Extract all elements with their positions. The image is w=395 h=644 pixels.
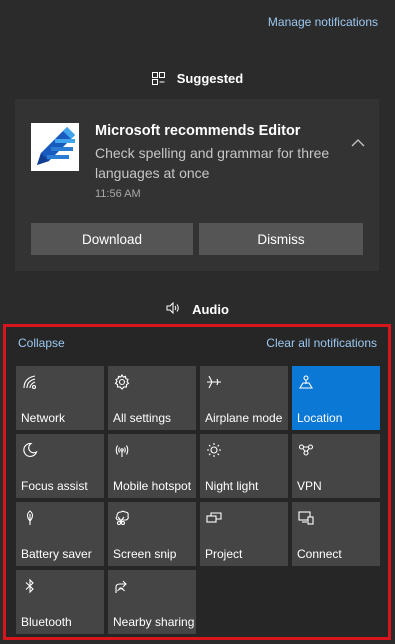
tile-label: Connect — [297, 547, 342, 561]
tile-label: Location — [297, 411, 343, 425]
audio-label: Audio — [192, 302, 229, 317]
suggested-icon — [151, 72, 165, 85]
tile-label: All settings — [113, 411, 172, 425]
tile-network[interactable]: Network — [16, 366, 104, 430]
tile-label: Project — [205, 547, 243, 561]
manage-notifications-link[interactable]: Manage notifications — [268, 15, 378, 29]
tile-night-light[interactable]: Night light — [200, 434, 288, 498]
tile-mobile-hotspot[interactable]: Mobile hotspot — [108, 434, 196, 498]
action-center-panel: Collapse Clear all notifications Network… — [3, 324, 391, 640]
project-icon — [205, 509, 223, 527]
gear-icon — [113, 373, 131, 391]
tile-label: Nearby sharing — [113, 615, 195, 629]
editor-notification[interactable]: Microsoft recommends Editor Check spelli… — [15, 99, 379, 271]
tile-label: Screen snip — [113, 547, 177, 561]
vpn-icon — [297, 441, 315, 459]
tile-label: Network — [21, 411, 66, 425]
tile-focus-assist[interactable]: Focus assist — [16, 434, 104, 498]
audio-header: Audio — [0, 301, 395, 317]
tile-bluetooth[interactable]: Bluetooth — [16, 570, 104, 634]
quick-actions-grid: Network All settings Airplane mode Locat… — [16, 366, 380, 634]
tile-label: Bluetooth — [21, 615, 72, 629]
tile-location[interactable]: Location — [292, 366, 380, 430]
tile-vpn[interactable]: VPN — [292, 434, 380, 498]
collapse-link[interactable]: Collapse — [18, 336, 65, 350]
notification-body: Check spelling and grammar for three lan… — [95, 145, 330, 181]
scissors-icon — [113, 509, 131, 527]
moon-icon — [21, 441, 39, 459]
speaker-icon — [166, 301, 180, 317]
notification-time: 11:56 AM — [95, 188, 141, 200]
chevron-up-icon[interactable] — [351, 134, 365, 147]
tile-all-settings[interactable]: All settings — [108, 366, 196, 430]
tile-airplane-mode[interactable]: Airplane mode — [200, 366, 288, 430]
leaf-icon — [21, 509, 39, 527]
share-icon — [113, 577, 131, 595]
tile-label: Focus assist — [21, 479, 88, 493]
tile-label: Airplane mode — [205, 411, 283, 425]
tile-label: Night light — [205, 479, 259, 493]
suggested-label: Suggested — [176, 71, 244, 86]
tile-label: Mobile hotspot — [113, 479, 192, 493]
network-icon — [21, 373, 39, 391]
bluetooth-icon — [21, 577, 39, 595]
tile-label: VPN — [297, 479, 322, 493]
tile-battery-saver[interactable]: Battery saver — [16, 502, 104, 566]
editor-app-logo — [31, 123, 79, 171]
notification-title: Microsoft recommends Editor — [95, 123, 301, 139]
airplane-icon — [205, 373, 223, 391]
connect-icon — [297, 509, 315, 527]
tile-connect[interactable]: Connect — [292, 502, 380, 566]
clear-all-notifications-link[interactable]: Clear all notifications — [266, 336, 377, 350]
tile-screen-snip[interactable]: Screen snip — [108, 502, 196, 566]
hotspot-icon — [113, 441, 131, 459]
dismiss-button[interactable]: Dismiss — [199, 223, 363, 255]
tile-label: Battery saver — [21, 547, 92, 561]
tile-nearby-sharing[interactable]: Nearby sharing — [108, 570, 196, 634]
brightness-icon — [205, 441, 223, 459]
location-icon — [297, 373, 315, 391]
download-button[interactable]: Download — [31, 223, 193, 255]
suggested-header: Suggested — [0, 71, 395, 86]
tile-project[interactable]: Project — [200, 502, 288, 566]
